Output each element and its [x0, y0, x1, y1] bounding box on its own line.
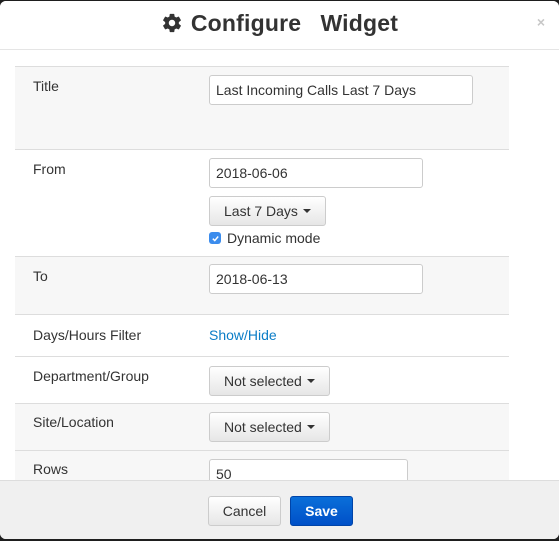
department-group-row: Department/Group Not selected [15, 356, 509, 403]
to-label: To [33, 268, 48, 284]
dialog-title: Configure Widget [0, 10, 559, 37]
site-location-dropdown[interactable]: Not selected [209, 412, 330, 442]
caret-down-icon [306, 425, 315, 429]
configure-widget-dialog: Configure Widget × Title From Last 7 Day… [0, 1, 559, 539]
caret-down-icon [306, 379, 315, 383]
dynamic-mode-checkbox[interactable] [209, 232, 221, 244]
to-date-input[interactable] [209, 264, 423, 294]
dynamic-mode-label: Dynamic mode [227, 230, 321, 246]
save-button[interactable]: Save [290, 496, 353, 526]
title-row: Title [15, 66, 509, 149]
title-input[interactable] [209, 75, 473, 105]
from-label: From [33, 161, 66, 177]
gear-icon [161, 12, 183, 34]
title-label: Title [33, 78, 59, 94]
department-group-label: Department/Group [33, 368, 149, 384]
from-row: From Last 7 Days Dynamic mode [15, 149, 509, 256]
checkmark-icon [211, 235, 219, 242]
days-hours-filter-label: Days/Hours Filter [33, 327, 142, 343]
dynamic-mode-option: Dynamic mode [209, 230, 423, 246]
widget-form: Title From Last 7 Days [15, 66, 509, 507]
cancel-button[interactable]: Cancel [208, 496, 281, 526]
date-range-preset-dropdown[interactable]: Last 7 Days [209, 196, 326, 226]
from-date-input[interactable] [209, 158, 423, 188]
to-row: To [15, 256, 509, 314]
caret-down-icon [302, 209, 311, 213]
site-location-row: Site/Location Not selected [15, 403, 509, 450]
site-location-selected: Not selected [224, 419, 302, 435]
show-hide-link[interactable]: Show/Hide [209, 327, 277, 343]
rows-label: Rows [33, 461, 69, 477]
days-hours-filter-row: Days/Hours Filter Show/Hide [15, 314, 509, 356]
date-range-preset-label: Last 7 Days [224, 203, 298, 219]
dialog-header: Configure Widget × [0, 1, 559, 50]
department-group-selected: Not selected [224, 373, 302, 389]
site-location-label: Site/Location [33, 414, 114, 430]
close-icon[interactable]: × [537, 15, 545, 29]
department-group-dropdown[interactable]: Not selected [209, 366, 330, 396]
dialog-footer: Cancel Save [0, 480, 559, 539]
dialog-title-text: Configure Widget [190, 10, 399, 36]
